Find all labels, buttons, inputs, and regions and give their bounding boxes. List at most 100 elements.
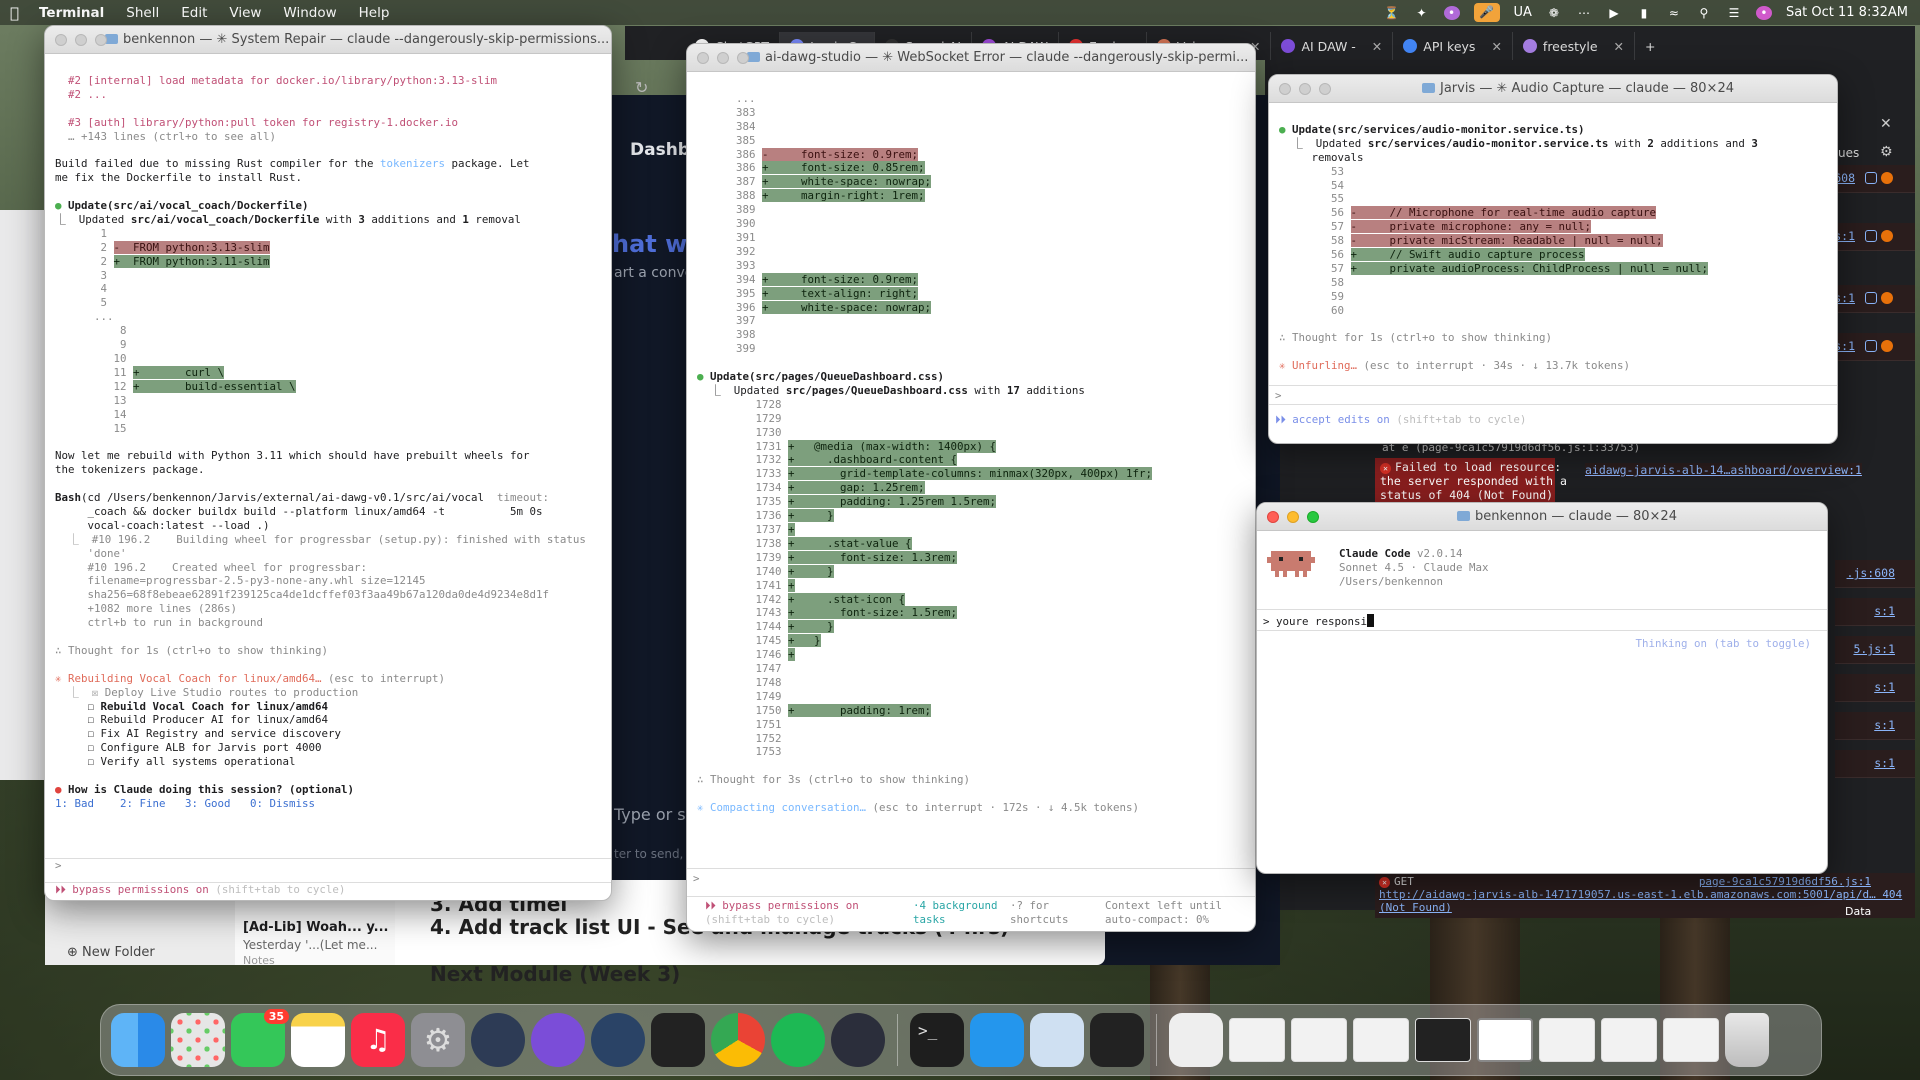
finder-icon[interactable] [111,1013,165,1067]
request-url[interactable]: http://aidawg-jarvis-alb-1471719057.us-e… [1379,888,1902,914]
openai-icon[interactable]: ❁ [1546,6,1562,20]
battery-icon[interactable]: ▮ [1636,6,1652,20]
copy-icon[interactable] [1865,292,1877,304]
trash-icon[interactable] [1725,1013,1769,1067]
background-tasks[interactable]: ·4 background [913,899,998,912]
ai-daw-icon[interactable] [651,1013,705,1067]
close-icon[interactable] [55,34,67,46]
microphone-icon[interactable]: 🎤 [1473,3,1500,22]
clock-sync-icon[interactable]: ⏳ [1384,6,1400,20]
close-tab-icon[interactable]: ✕ [1491,39,1501,54]
prompt-line[interactable]: > [687,868,1255,888]
menu-edit[interactable]: Edit [181,5,207,21]
prompt-input[interactable]: > youre responsi [1257,609,1827,631]
sparkle-icon[interactable]: ✦ [1414,6,1430,20]
close-icon[interactable] [697,52,709,64]
window-thumbnail[interactable] [1353,1018,1409,1062]
notes-icon[interactable] [291,1013,345,1067]
minimize-icon[interactable] [1299,83,1311,95]
issues-label[interactable]: ues [1838,146,1859,160]
title-bar[interactable]: ai-dawg-studio — ✳ WebSocket Error — cla… [687,44,1255,72]
siri-icon[interactable]: • [1755,5,1772,20]
source-link[interactable]: .js:608 [1847,566,1895,580]
browser-tab[interactable]: API keys ✕ [1393,32,1513,60]
window-thumbnail[interactable] [1601,1018,1657,1062]
terminal-icon[interactable]: >_ [910,1013,964,1067]
docker-icon[interactable] [970,1013,1024,1067]
new-folder-button[interactable]: ⊕ New Folder [67,945,155,960]
browser-tab[interactable] [625,32,685,60]
window-thumbnail[interactable] [1229,1018,1285,1062]
datetime[interactable]: Sat Oct 11 8:32AM [1786,5,1908,20]
launchpad-icon[interactable] [171,1013,225,1067]
input-source[interactable]: UA [1514,5,1532,20]
copy-icon[interactable] [1865,230,1877,242]
title-bar[interactable]: benkennon — ✳ System Repair — claude --d… [45,26,611,54]
close-icon[interactable] [1267,511,1279,523]
terminal-window-websocket-error[interactable]: ai-dawg-studio — ✳ WebSocket Error — cla… [686,43,1256,932]
chrome-icon[interactable] [711,1013,765,1067]
electron-icon[interactable] [831,1013,885,1067]
source-link[interactable]: s:1 [1874,756,1895,770]
source-link[interactable]: s:1 [1874,680,1895,694]
search-icon[interactable]: ⚲ [1696,6,1712,20]
chat-input[interactable]: Type or sp [614,805,696,824]
mixer-icon[interactable] [591,1013,645,1067]
window-thumbnail[interactable] [1477,1018,1533,1062]
prompt-line[interactable]: > [1269,385,1837,405]
control-center-icon[interactable]: ☰ [1726,6,1742,20]
source-link[interactable]: 5.js:1 [1853,642,1895,656]
spotify-icon[interactable] [771,1013,825,1067]
terminal-output[interactable]: #2 [internal] load metadata for docker.i… [45,54,611,839]
close-icon[interactable]: ✕ [1880,116,1892,132]
terminal-output[interactable]: ● Update(src/services/audio-monitor.serv… [1269,103,1837,401]
terminal-output[interactable]: ... 383 384 385 386 - font-size: 0.9rem;… [687,72,1255,843]
terminal-window-system-repair[interactable]: benkennon — ✳ System Repair — claude --d… [44,25,612,901]
new-tab-button[interactable]: + [1635,32,1665,60]
wifi-icon[interactable]: ≈ [1666,6,1682,20]
terminal-window-audio-capture[interactable]: Jarvis — ✳ Audio Capture — claude — 80×2… [1268,74,1838,444]
instruments-icon[interactable] [471,1013,525,1067]
window-thumbnail[interactable] [1415,1018,1471,1062]
preview-icon[interactable] [1030,1013,1084,1067]
apple-icon[interactable]:  [10,4,28,22]
ai-icon[interactable] [1881,172,1893,184]
feedback-options[interactable]: 1: Bad 2: Fine 3: Good 0: Dismiss [55,797,601,811]
dots-icon[interactable]: ⋯ [1576,6,1592,20]
source-link[interactable]: s:1 [1874,718,1895,732]
music-file-icon[interactable] [1169,1013,1223,1067]
window-thumbnail[interactable] [1291,1018,1347,1062]
zoom-icon[interactable] [1319,83,1331,95]
reload-icon[interactable]: ↻ [635,78,648,97]
music-icon[interactable]: ♫ [351,1013,405,1067]
menu-window[interactable]: Window [283,5,336,21]
source-link[interactable]: s:1 [1874,604,1895,618]
gear-icon[interactable]: ⚙ [1880,144,1893,160]
audio-recorder-icon[interactable] [1090,1013,1144,1067]
ai-icon[interactable] [1881,230,1893,242]
logic-icon[interactable] [531,1013,585,1067]
browser-tab[interactable]: freestyle ✕ [1513,32,1636,60]
window-thumbnail[interactable] [1539,1018,1595,1062]
play-icon[interactable]: ▶ [1606,6,1622,20]
close-icon[interactable] [1279,83,1291,95]
close-tab-icon[interactable]: ✕ [1372,39,1382,54]
error-source-link[interactable]: aidawg-jarvis-alb-14…ashboard/overview:1 [1585,463,1862,477]
prompt-line[interactable]: > [45,858,611,872]
minimize-icon[interactable] [717,52,729,64]
window-thumbnail[interactable] [1663,1018,1719,1062]
app-status-icon[interactable]: • [1443,5,1460,20]
zoom-icon[interactable] [737,52,749,64]
menu-help[interactable]: Help [359,5,390,21]
zoom-icon[interactable] [95,34,107,46]
ai-icon[interactable] [1881,292,1893,304]
title-bar[interactable]: benkennon — claude — 80×24 [1257,503,1827,531]
close-tab-icon[interactable]: ✕ [1614,39,1624,54]
browser-tab[interactable]: AI DAW - ✕ [1271,32,1394,60]
minimize-icon[interactable] [75,34,87,46]
minimize-icon[interactable] [1287,511,1299,523]
menu-shell[interactable]: Shell [126,5,159,21]
copy-icon[interactable] [1865,172,1877,184]
menu-app-name[interactable]: Terminal [39,5,104,21]
ai-icon[interactable] [1881,340,1893,352]
